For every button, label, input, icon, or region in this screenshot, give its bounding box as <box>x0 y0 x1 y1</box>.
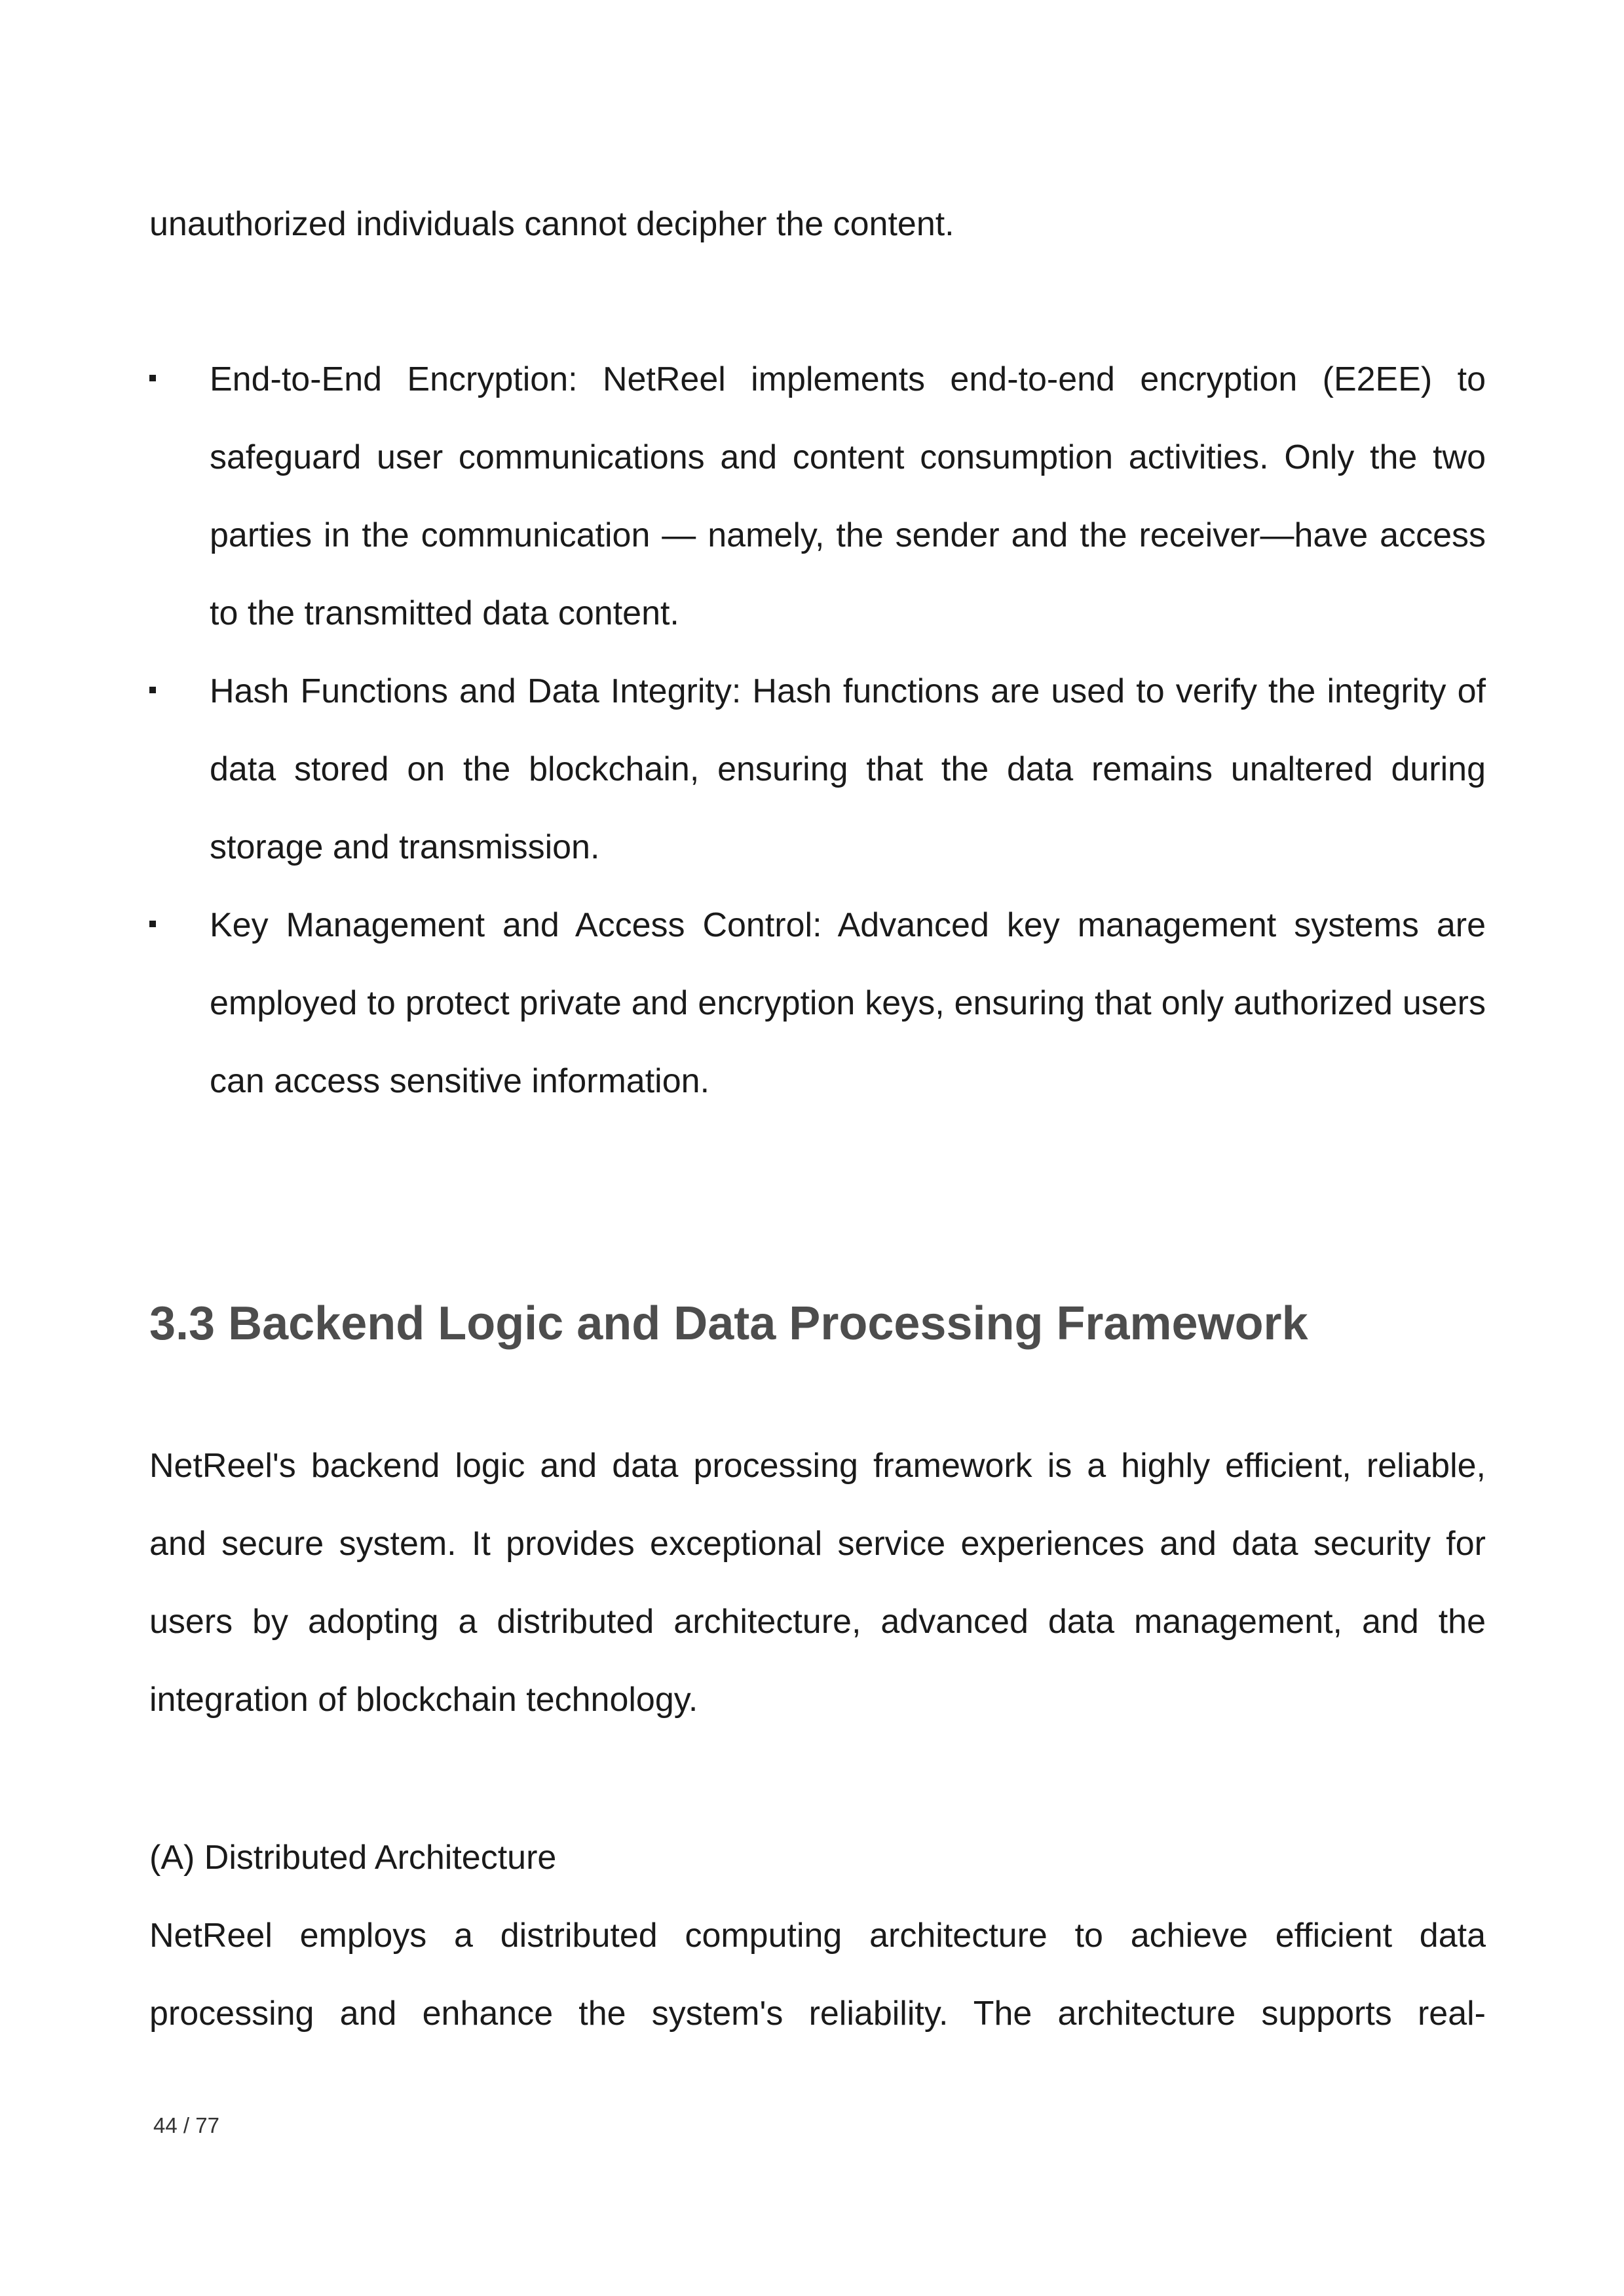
security-bullet-list: End-to-End Encryption: NetReel implement… <box>149 341 1486 1120</box>
section-paragraph: NetReel's backend logic and data process… <box>149 1447 1486 1719</box>
subheading-distributed-architecture: (A) Distributed Architecture <box>149 1839 557 1877</box>
document-page: unauthorized individuals cannot decipher… <box>0 0 1624 2296</box>
section-heading: 3.3 Backend Logic and Data Processing Fr… <box>149 1297 1308 1350</box>
bullet-square-icon <box>149 921 156 927</box>
bullet-text: Key Management and Access Control: Advan… <box>210 906 1486 1100</box>
bullet-key-management: Key Management and Access Control: Advan… <box>149 887 1486 1120</box>
bullet-square-icon <box>149 375 156 381</box>
intro-continuation-text: unauthorized individuals cannot decipher… <box>149 205 954 243</box>
distributed-architecture-paragraph: NetReel employs a distributed computing … <box>149 1917 1486 2033</box>
bullet-text: End-to-End Encryption: NetReel implement… <box>210 360 1486 632</box>
bullet-hash-functions: Hash Functions and Data Integrity: Hash … <box>149 653 1486 887</box>
page-number: 44 / 77 <box>153 2113 219 2137</box>
bullet-text: Hash Functions and Data Integrity: Hash … <box>210 672 1486 866</box>
bullet-e2ee: End-to-End Encryption: NetReel implement… <box>149 341 1486 653</box>
bullet-square-icon <box>149 687 156 693</box>
